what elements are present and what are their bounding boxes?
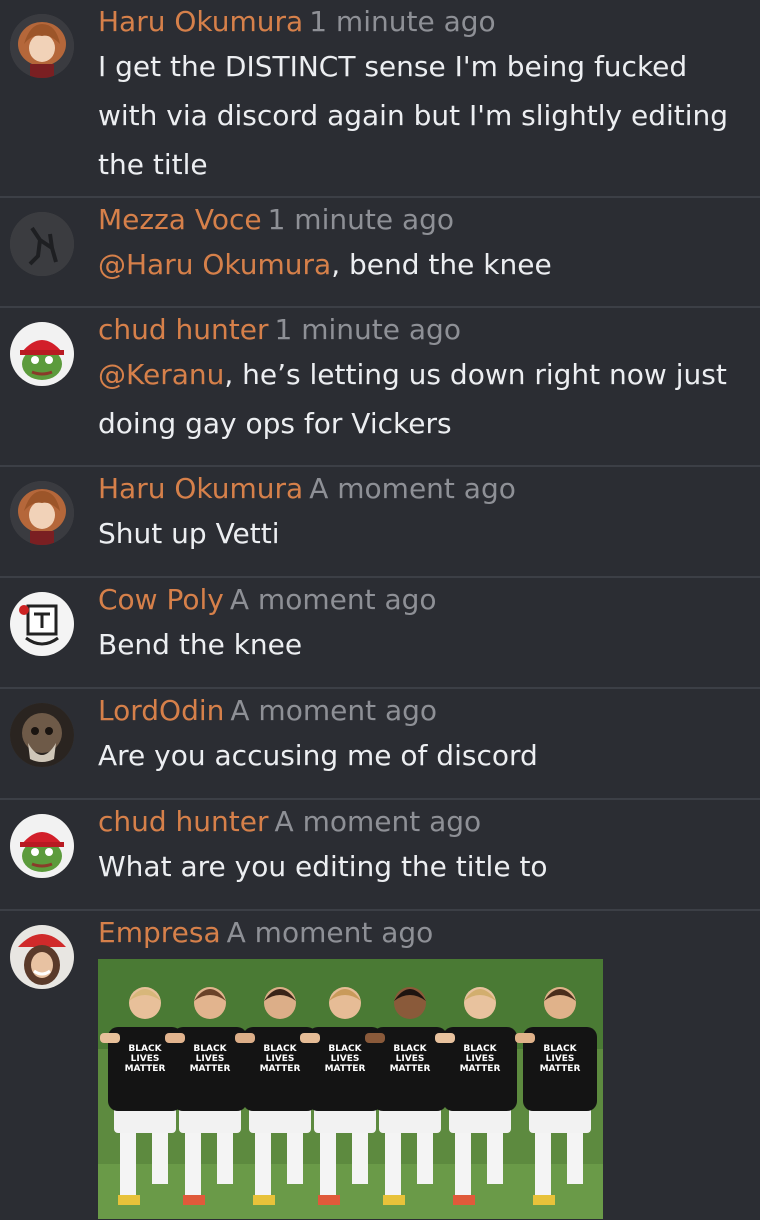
shirt-text: BLACK [393,1044,427,1054]
shirt-text: LIVES [266,1054,295,1064]
comment-text: @Keranu, he’s letting us down right now … [98,350,753,448]
comment-timestamp: 1 minute ago [274,313,461,346]
mezza-avatar-icon[interactable] [10,212,74,276]
comment-author[interactable]: Cow Poly [98,583,224,616]
cowpoly-avatar-icon[interactable] [10,592,74,656]
shirt-text: BLACK [193,1044,227,1054]
comment-item: chud hunter A moment ago What are you edi… [0,800,760,911]
shirt-text: BLACK [463,1044,497,1054]
comment-item: Haru Okumura A moment ago Shut up Vetti [0,467,760,578]
comment-text: I get the DISTINCT sense I'm being fucke… [98,42,753,189]
comment-timestamp: A moment ago [226,916,434,949]
pepe-avatar-icon[interactable] [10,322,74,386]
comment-timestamp: A moment ago [229,583,437,616]
odin-avatar-icon[interactable] [10,703,74,767]
comment-author[interactable]: Haru Okumura [98,472,303,505]
shirt-text: BLACK [328,1044,362,1054]
comment-body: , bend the knee [331,248,552,281]
comment-text: Bend the knee [98,620,753,669]
comment-item: Haru Okumura 1 minute ago I get the DISTI… [0,0,760,198]
comment-mention[interactable]: @Haru Okumura [98,248,331,281]
shirt-text: LIVES [196,1054,225,1064]
comment-item: Mezza Voce 1 minute ago @Haru Okumura, be… [0,198,760,308]
haru-avatar-icon[interactable] [10,14,74,78]
comment-timestamp: 1 minute ago [309,5,496,38]
comment-item: Cow Poly A moment ago Bend the knee [0,578,760,689]
comment-image[interactable]: BLACK LIVES MATTER BLACK LIVES MATTER BLACK LIV… [98,959,603,1219]
empresa-avatar-icon[interactable] [10,925,74,989]
comment-timestamp: 1 minute ago [267,203,455,236]
comment-author[interactable]: LordOdin [98,694,224,727]
shirt-text: LIVES [466,1054,495,1064]
shirt-text: BLACK [128,1044,162,1054]
shirt-text: BLACK [263,1044,297,1054]
comment-author[interactable]: Mezza Voce [98,203,262,236]
comment-author[interactable]: chud hunter [98,313,269,346]
pepe-avatar-icon[interactable] [10,814,74,878]
comment-feed: Haru Okumura 1 minute ago I get the DISTI… [0,0,760,1220]
comment-item: chud hunter 1 minute ago @Keranu, he’s le… [0,308,760,467]
comment-author[interactable]: chud hunter [98,805,269,838]
comment-text: @Haru Okumura, bend the knee [98,240,753,289]
comment-item: Empresa A moment ago BLACK LIVES MATTER BLAC… [0,911,760,1220]
shirt-text: LIVES [396,1054,425,1064]
shirt-text: MATTER [540,1064,581,1074]
team-kneeling-photo: BLACKLIVESMATTERBLACKLIVESMATTERBLACKLIV… [98,959,603,1219]
comment-body: I get the DISTINCT sense I'm being fucke… [98,50,729,181]
comment-timestamp: A moment ago [274,805,482,838]
comment-body: Shut up Vetti [98,517,280,550]
comment-text: Are you accusing me of discord [98,731,753,780]
shirt-text: BLACK [543,1044,577,1054]
shirt-text: LIVES [331,1054,360,1064]
comment-text: Shut up Vetti [98,509,753,558]
shirt-text: MATTER [260,1064,301,1074]
comment-item: LordOdin A moment ago Are you accusing me… [0,689,760,800]
comment-timestamp: A moment ago [309,472,516,505]
comment-author[interactable]: Haru Okumura [98,5,303,38]
shirt-text: MATTER [325,1064,366,1074]
comment-text: What are you editing the title to [98,842,753,891]
comment-body: What are you editing the title to [98,850,548,883]
comment-timestamp: A moment ago [230,694,438,727]
comment-author[interactable]: Empresa [98,916,221,949]
comment-body: Are you accusing me of discord [98,739,538,772]
shirt-text: MATTER [125,1064,166,1074]
haru-avatar-icon[interactable] [10,481,74,545]
shirt-text: LIVES [546,1054,575,1064]
shirt-text: MATTER [460,1064,501,1074]
comment-mention[interactable]: @Keranu [98,358,224,391]
comment-body: Bend the knee [98,628,303,661]
shirt-text: MATTER [390,1064,431,1074]
shirt-text: LIVES [131,1054,160,1064]
shirt-text: MATTER [190,1064,231,1074]
